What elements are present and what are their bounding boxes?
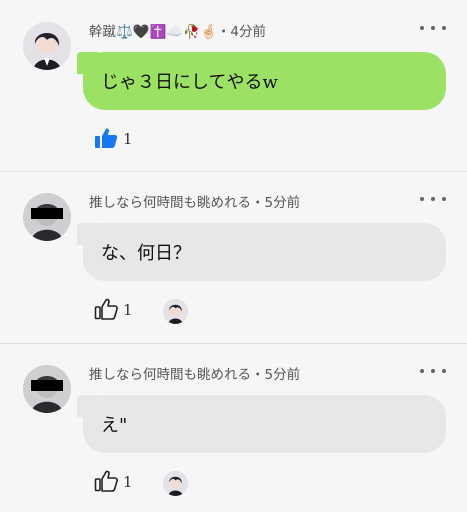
timestamp: ・5分前	[251, 367, 301, 383]
divider	[0, 343, 467, 344]
more-options-icon[interactable]	[420, 365, 446, 377]
like-count: 1	[123, 473, 133, 491]
like-button[interactable]	[94, 127, 118, 153]
like-count: 1	[123, 130, 133, 148]
comment-text: な、何日？	[101, 243, 191, 264]
comment-meta: 幹蹴⚖️🖤✝️☁️🥀🤞🏻・4分前	[89, 20, 266, 40]
reactor-avatar[interactable]	[163, 471, 188, 496]
comment-bubble[interactable]: え"	[77, 395, 446, 453]
bubble-tail	[77, 395, 99, 417]
comment-text: え"	[101, 415, 128, 436]
avatar[interactable]	[23, 193, 71, 241]
comment-bubble[interactable]: じゃ３日にしてやるw	[77, 52, 446, 110]
thumbs-up-icon	[94, 470, 118, 492]
like-count: 1	[123, 301, 133, 319]
more-options-icon[interactable]	[420, 22, 446, 34]
avatar[interactable]	[23, 22, 71, 70]
author-name[interactable]: 推しなら何時間も眺めれる	[89, 195, 251, 211]
more-options-icon[interactable]	[420, 193, 446, 205]
bubble-tail	[77, 52, 99, 74]
thumbs-up-icon	[95, 128, 118, 148]
comment-meta: 推しなら何時間も眺めれる・5分前	[89, 363, 300, 383]
comment-meta: 推しなら何時間も眺めれる・5分前	[89, 191, 300, 211]
comment-bubble[interactable]: な、何日？	[77, 223, 446, 281]
timestamp: ・5分前	[251, 195, 301, 211]
like-button[interactable]	[94, 298, 118, 324]
comment-text: じゃ３日にしてやるw	[101, 72, 278, 93]
like-button[interactable]	[94, 470, 118, 496]
thumbs-up-icon	[94, 298, 118, 320]
divider	[0, 171, 467, 172]
author-name[interactable]: 推しなら何時間も眺めれる	[89, 367, 251, 383]
timestamp: ・4分前	[216, 24, 266, 40]
author-name[interactable]: 幹蹴⚖️🖤✝️☁️🥀🤞🏻	[89, 24, 217, 40]
avatar[interactable]	[23, 365, 71, 413]
bubble-tail	[77, 223, 99, 245]
reactor-avatar[interactable]	[163, 299, 188, 324]
